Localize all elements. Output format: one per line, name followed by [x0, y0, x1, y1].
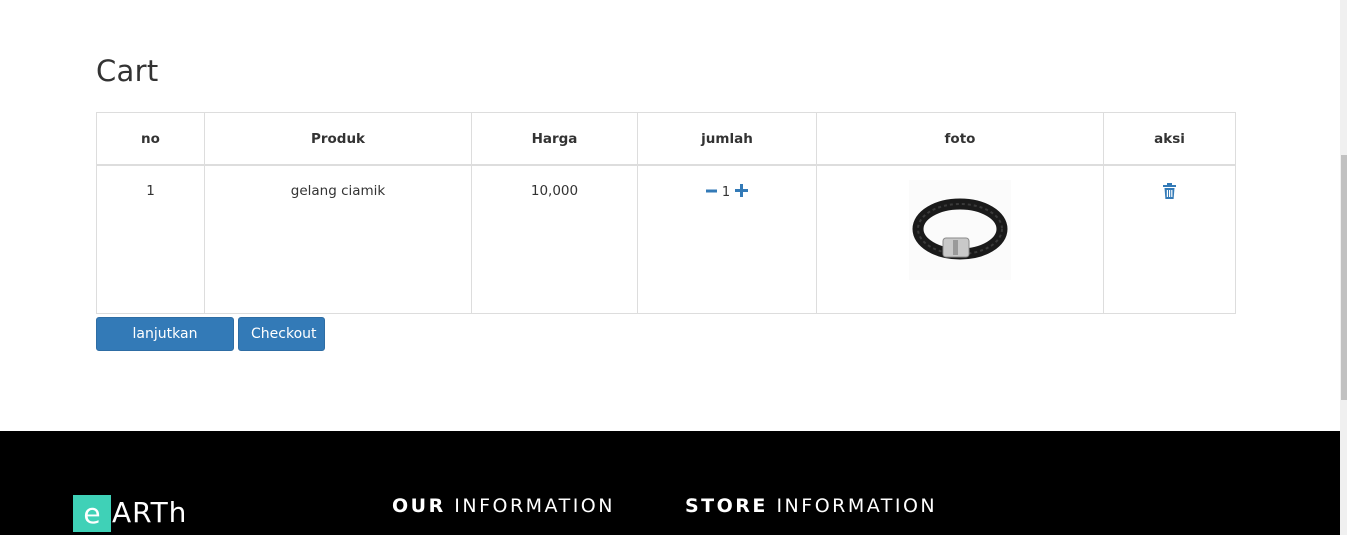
table-row: 1 gelang ciamik 10,000 1: [96, 164, 1236, 314]
cart-table: no Produk Harga jumlah foto aksi 1 gelan…: [96, 112, 1236, 314]
store-information-heading-rest: INFORMATION: [776, 495, 938, 517]
our-information-heading: OUR INFORMATION: [392, 495, 615, 517]
cell-quantity: 1: [637, 164, 817, 314]
continue-shopping-button[interactable]: lanjutkan belanja: [96, 317, 234, 374]
store-information-heading: STORE INFORMATION: [685, 495, 937, 517]
our-information-heading-rest: INFORMATION: [454, 495, 615, 517]
column-header-product: Produk: [204, 112, 472, 166]
trash-icon[interactable]: [1163, 183, 1176, 203]
vertical-scrollbar[interactable]: [1340, 0, 1347, 535]
logo-text: ARTh: [112, 496, 188, 529]
cell-price: 10,000: [471, 164, 638, 314]
plus-icon[interactable]: [735, 183, 749, 201]
quantity-value: 1: [721, 184, 731, 200]
cell-action: [1103, 164, 1236, 314]
logo[interactable]: e ARTh: [73, 494, 187, 532]
logo-badge: e: [73, 495, 111, 532]
footer: e ARTh OUR INFORMATION STORE INFORMATION: [0, 431, 1340, 535]
column-header-photo: foto: [816, 112, 1104, 166]
column-header-no: no: [96, 112, 205, 166]
cell-photo: [816, 164, 1104, 314]
our-information-heading-bold: OUR: [392, 495, 446, 517]
minus-icon[interactable]: [705, 183, 717, 201]
column-header-action: aksi: [1103, 112, 1236, 166]
column-header-quantity: jumlah: [637, 112, 817, 166]
quantity-stepper: 1: [705, 183, 749, 201]
checkout-button[interactable]: Checkout: [238, 317, 325, 351]
store-information-heading-bold: STORE: [685, 495, 768, 517]
page-title: Cart: [96, 54, 159, 88]
scrollbar-thumb[interactable]: [1341, 155, 1347, 400]
cell-product-name: gelang ciamik: [204, 164, 472, 314]
product-image-bracelet: [909, 180, 1011, 280]
table-header-row: no Produk Harga jumlah foto aksi: [96, 112, 1236, 166]
column-header-price: Harga: [471, 112, 638, 166]
cell-no: 1: [96, 164, 205, 314]
